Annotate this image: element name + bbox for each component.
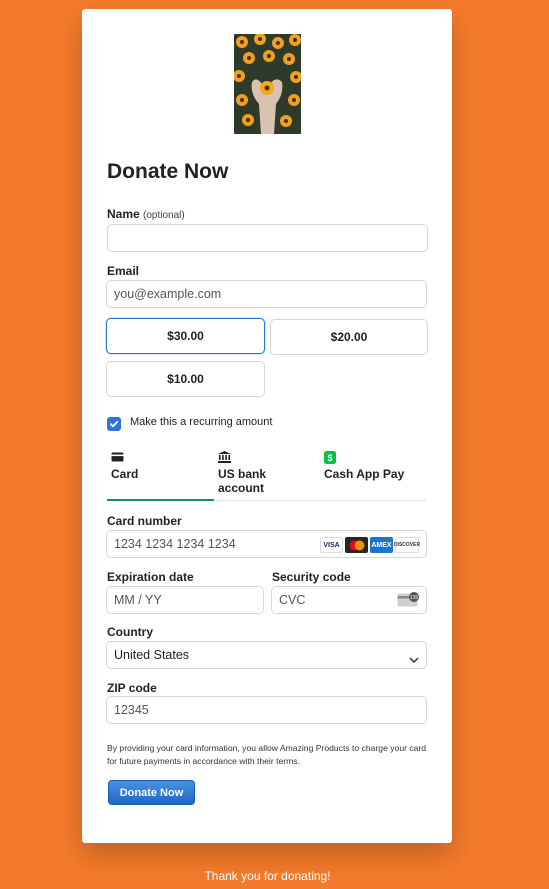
security-code-label: Security code (272, 570, 351, 584)
optional-hint: (optional) (143, 210, 185, 221)
card-number-label: Card number (107, 514, 182, 528)
bank-icon (218, 451, 231, 466)
zip-label: ZIP code (107, 681, 157, 695)
chevron-down-icon (409, 651, 419, 669)
tab-cash-app-label: Cash App Pay (324, 467, 405, 481)
visa-icon: VISA (320, 537, 343, 553)
amount-option-30[interactable]: $30.00 (106, 318, 265, 354)
cvc-icon-text: 135 (410, 595, 419, 601)
page-title: Donate Now (107, 160, 229, 183)
recurring-label: Make this a recurring amount (130, 416, 273, 428)
card-icon (111, 451, 124, 465)
donation-card: Donate Now Name (optional) Email you@exa… (82, 9, 452, 843)
cash-app-icon: $ (324, 451, 336, 467)
mastercard-icon (345, 537, 368, 553)
zip-input[interactable]: 12345 (106, 696, 427, 724)
country-value: United States (114, 648, 190, 662)
active-tab-indicator (107, 499, 214, 501)
cvc-card-icon: 135 (397, 592, 420, 608)
tab-us-bank-label: US bank account (218, 467, 267, 495)
email-label: Email (107, 264, 140, 278)
donate-now-button[interactable]: Donate Now (108, 780, 195, 805)
amount-option-20[interactable]: $20.00 (270, 319, 428, 355)
country-select[interactable]: United States (106, 641, 427, 669)
svg-text:$: $ (327, 453, 332, 463)
checkmark-icon (109, 420, 119, 428)
country-label: Country (107, 625, 153, 639)
amount-option-10[interactable]: $10.00 (106, 361, 265, 397)
amex-icon: AMEX (370, 537, 393, 553)
footer-thanks: Thank you for donating! (204, 869, 331, 883)
tab-cash-app[interactable]: $ Cash App Pay (324, 449, 424, 501)
tab-card-label: Card (111, 467, 139, 481)
name-label: Name (optional) (107, 207, 185, 221)
discover-icon: DISCOVER (394, 537, 420, 553)
tab-us-bank[interactable]: US bank account (218, 449, 308, 501)
recurring-checkbox[interactable] (107, 417, 121, 431)
legal-disclaimer: By providing your card information, you … (107, 743, 427, 766)
expiry-label: Expiration date (107, 570, 194, 584)
name-input[interactable] (107, 224, 428, 252)
expiry-input[interactable]: MM / YY (106, 586, 264, 614)
name-label-text: Name (107, 207, 140, 221)
sunflowers-hands-image (234, 34, 301, 134)
email-input[interactable]: you@example.com (106, 280, 427, 308)
tab-card[interactable]: Card (111, 449, 211, 501)
